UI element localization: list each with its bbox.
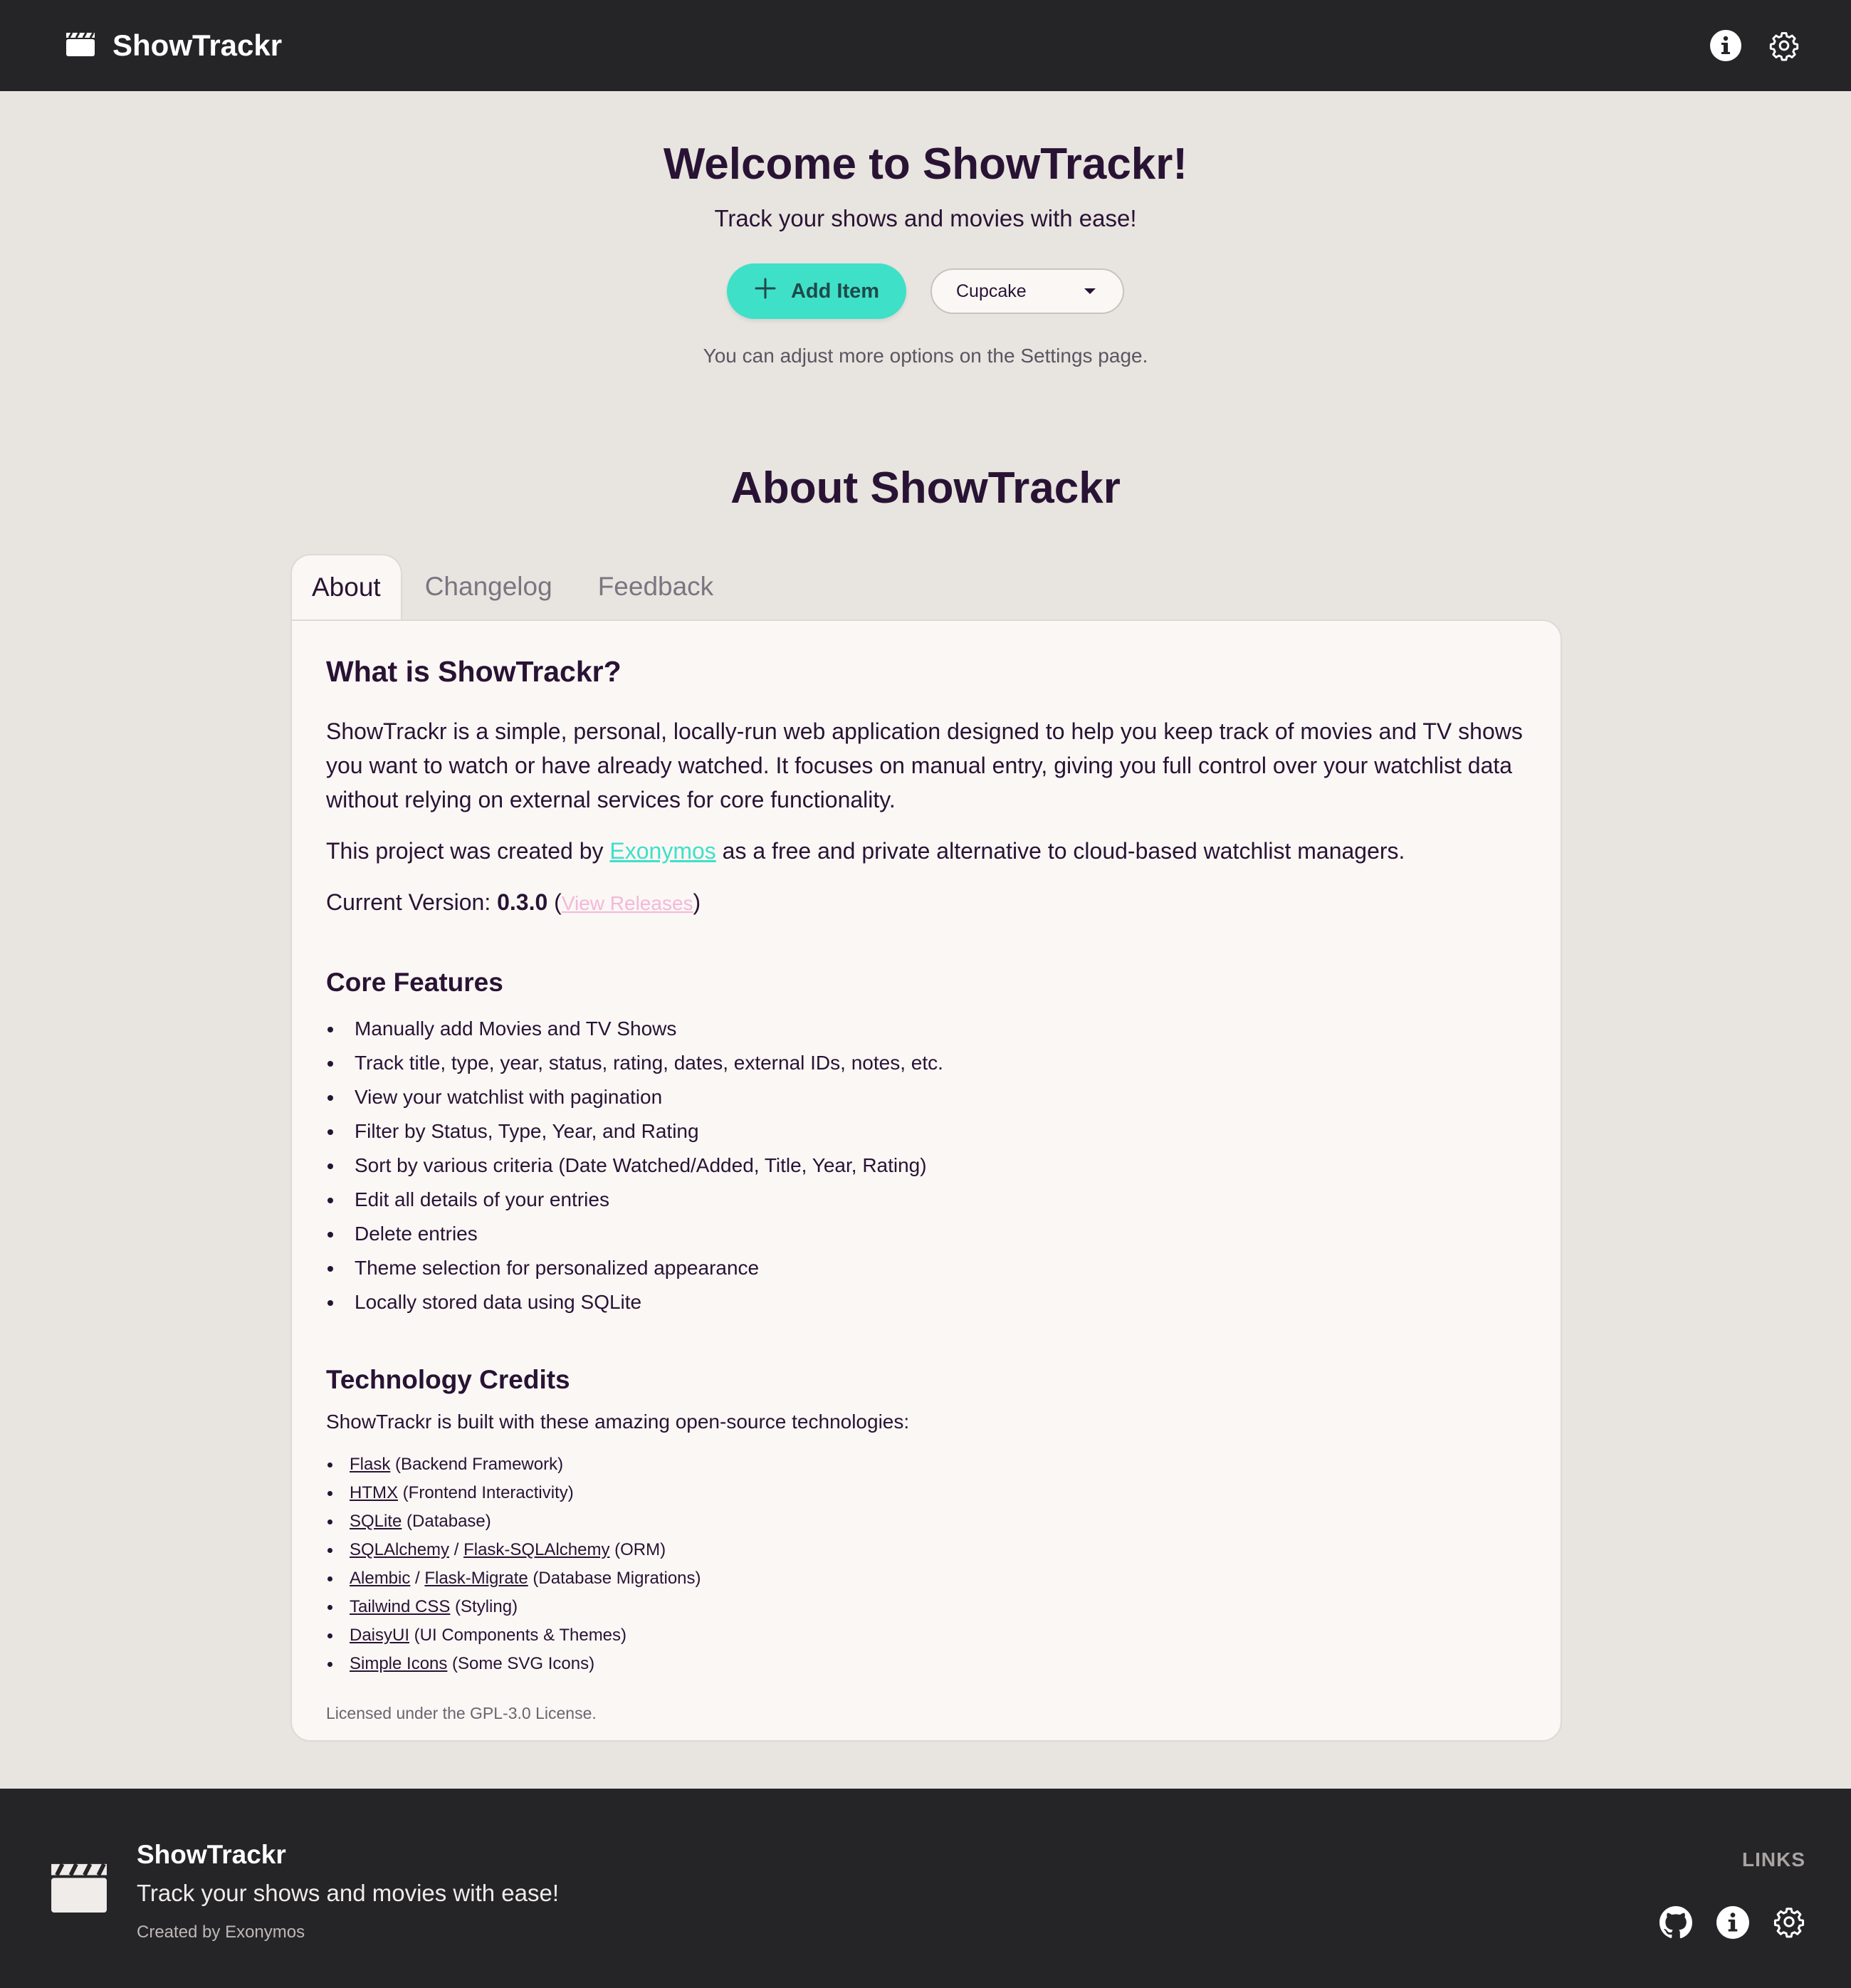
- created-by-text: This project was created by Exonymos as …: [326, 838, 1405, 864]
- list-item: Simple Icons (Some SVG Icons): [326, 1650, 1526, 1678]
- tech-intro: ShowTrackr is built with these amazing o…: [326, 1411, 910, 1433]
- features-heading: Core Features: [326, 968, 503, 997]
- chevron-down-icon: [1084, 288, 1096, 295]
- list-item: Theme selection for personalized appeara…: [326, 1251, 1526, 1285]
- what-heading: What is ShowTrackr?: [326, 655, 622, 688]
- brand-name: ShowTrackr: [112, 28, 283, 62]
- tab-feedback[interactable]: Feedback: [575, 554, 737, 619]
- settings-note: You can adjust more options on the Setti…: [703, 345, 1148, 367]
- list-item: HTMX (Frontend Interactivity): [326, 1479, 1526, 1507]
- tailwind-link[interactable]: Tailwind CSS: [350, 1597, 450, 1616]
- list-item: Locally stored data using SQLite: [326, 1285, 1526, 1319]
- list-item: SQLAlchemy / Flask-SQLAlchemy (ORM): [326, 1536, 1526, 1564]
- list-item: Alembic / Flask-Migrate (Database Migrat…: [326, 1564, 1526, 1593]
- simple-icons-link[interactable]: Simple Icons: [350, 1654, 447, 1673]
- list-item: Track title, type, year, status, rating,…: [326, 1046, 1526, 1080]
- info-icon[interactable]: [1716, 1905, 1750, 1943]
- sqlalchemy-link[interactable]: SQLAlchemy: [350, 1540, 449, 1559]
- about-tabs: About Changelog Feedback: [290, 554, 736, 619]
- flask-migrate-link[interactable]: Flask-Migrate: [424, 1569, 528, 1588]
- about-title: About ShowTrackr: [730, 464, 1121, 513]
- alembic-link[interactable]: Alembic: [350, 1569, 410, 1588]
- info-icon[interactable]: [1709, 28, 1743, 63]
- footer-links: [1659, 1905, 1805, 1943]
- list-item: Sort by various criteria (Date Watched/A…: [326, 1149, 1526, 1183]
- what-body: ShowTrackr is a simple, personal, locall…: [326, 718, 1523, 812]
- clapperboard-icon: [50, 1861, 108, 1918]
- about-card: What is ShowTrackr? ShowTrackr is a simp…: [290, 619, 1562, 1742]
- version-text: Current Version: 0.3.0 (View Releases): [326, 889, 701, 915]
- brand[interactable]: ShowTrackr: [65, 28, 282, 63]
- footer-links-title: LINKS: [1742, 1848, 1805, 1871]
- daisyui-link[interactable]: DaisyUI: [350, 1626, 409, 1645]
- flask-link[interactable]: Flask: [350, 1455, 390, 1474]
- list-item: SQLite (Database): [326, 1507, 1526, 1536]
- theme-select-value: Cupcake: [956, 281, 1027, 301]
- sqlite-link[interactable]: SQLite: [350, 1512, 402, 1531]
- license-text: Licensed under the GPL-3.0 License.: [326, 1704, 597, 1722]
- tab-changelog[interactable]: Changelog: [402, 554, 575, 619]
- navbar: ShowTrackr: [0, 0, 1851, 91]
- list-item: View your watchlist with pagination: [326, 1080, 1526, 1114]
- welcome-title: Welcome to ShowTrackr!: [663, 140, 1188, 189]
- list-item: Edit all details of your entries: [326, 1183, 1526, 1217]
- list-item: Delete entries: [326, 1217, 1526, 1251]
- clapperboard-icon: [65, 31, 95, 61]
- gear-icon[interactable]: [1767, 28, 1801, 63]
- add-item-label: Add Item: [790, 279, 880, 303]
- tech-heading: Technology Credits: [326, 1365, 570, 1394]
- exonymos-link[interactable]: Exonymos: [609, 838, 715, 864]
- list-item: Filter by Status, Type, Year, and Rating: [326, 1114, 1526, 1149]
- tech-list: Flask (Backend Framework) HTMX (Frontend…: [326, 1450, 1526, 1678]
- list-item: Manually add Movies and TV Shows: [326, 1012, 1526, 1046]
- welcome-subtitle: Track your shows and movies with ease!: [714, 205, 1137, 232]
- footer-created-by: Created by Exonymos: [137, 1922, 305, 1942]
- features-list: Manually add Movies and TV Shows Track t…: [326, 1012, 1526, 1319]
- view-releases-link[interactable]: View Releases: [562, 892, 693, 914]
- footer-tagline: Track your shows and movies with ease!: [137, 1880, 560, 1906]
- htmx-link[interactable]: HTMX: [350, 1483, 398, 1502]
- plus-icon: [754, 277, 777, 305]
- tab-about[interactable]: About: [290, 554, 402, 619]
- theme-select[interactable]: Cupcake: [930, 268, 1124, 315]
- github-icon[interactable]: [1659, 1905, 1693, 1943]
- footer: ShowTrackr Track your shows and movies w…: [0, 1789, 1851, 1988]
- list-item: DaisyUI (UI Components & Themes): [326, 1621, 1526, 1650]
- list-item: Flask (Backend Framework): [326, 1450, 1526, 1479]
- add-item-button[interactable]: Add Item: [727, 263, 906, 320]
- gear-icon[interactable]: [1773, 1905, 1805, 1943]
- footer-brand: ShowTrackr: [137, 1840, 286, 1869]
- list-item: Tailwind CSS (Styling): [326, 1593, 1526, 1621]
- flask-sqlalchemy-link[interactable]: Flask-SQLAlchemy: [463, 1540, 609, 1559]
- hero-section: Welcome to ShowTrackr! Track your shows …: [0, 91, 1851, 367]
- version-number: 0.3.0: [497, 889, 548, 915]
